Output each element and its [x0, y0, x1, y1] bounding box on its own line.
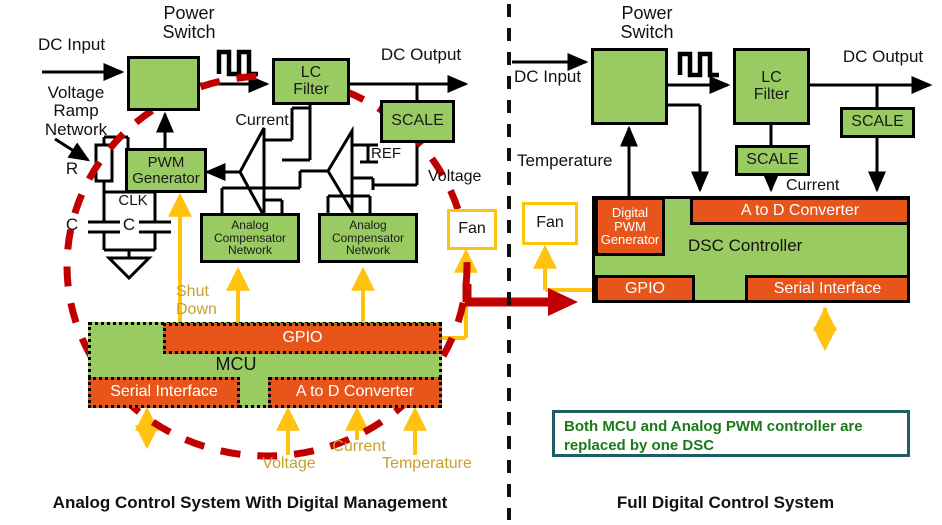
left-current-label: Current [235, 112, 289, 129]
left-mcu-label: MCU [215, 354, 257, 374]
right-scale-output-block: SCALE [840, 107, 915, 138]
right-current-label: Current [786, 177, 840, 194]
left-adc-block: A to D Converter [268, 377, 442, 408]
left-clk-label: CLK [118, 192, 148, 209]
dsc-replacement-note: Both MCU and Analog PWM controller are r… [552, 410, 910, 457]
pwm-waveform-icon-right [677, 51, 719, 78]
right-fan-block: Fan [522, 202, 578, 245]
left-serial-interface-block: Serial Interface [88, 377, 240, 408]
left-capacitor-2-label: C [122, 215, 136, 234]
diagram-canvas: DC Input Power Switch Voltage Ramp Netwo… [0, 0, 942, 525]
right-dc-input-label: DC Input [514, 67, 582, 86]
left-resistor-label: R [65, 159, 79, 178]
left-ref-label: REF [371, 145, 401, 162]
left-capacitor-1-label: C [65, 215, 79, 234]
right-power-switch-label: Power Switch [620, 3, 674, 43]
left-pwm-generator-block: PWM Generator [125, 148, 207, 193]
right-dsc-controller-label: DSC Controller [688, 236, 803, 255]
right-panel-caption: Full Digital Control System [616, 493, 835, 512]
right-lc-filter-block: LC Filter [733, 48, 810, 125]
right-power-switch-block [591, 48, 668, 125]
right-adc-block: A to D Converter [690, 197, 910, 225]
right-gpio-block: GPIO [595, 275, 695, 303]
left-power-switch-label: Power Switch [162, 3, 216, 43]
left-gpio-block: GPIO [163, 323, 442, 354]
left-voltage-signal-label: Voltage [262, 455, 316, 472]
left-scale-block: SCALE [380, 100, 455, 143]
left-panel-caption: Analog Control System With Digital Manag… [52, 493, 448, 512]
right-scale-current-block: SCALE [735, 145, 810, 176]
left-lc-filter-block: LC Filter [272, 58, 350, 105]
left-temperature-signal-label: Temperature [382, 455, 472, 472]
right-dc-output-label: DC Output [842, 47, 924, 66]
left-fan-block: Fan [447, 209, 497, 250]
left-analog-compensator-2-block: Analog Compensator Network [318, 213, 418, 263]
left-power-switch-block [127, 56, 200, 111]
right-temperature-label: Temperature [517, 151, 613, 170]
left-current-signal-label: Current [332, 438, 386, 455]
left-dc-output-label: DC Output [380, 45, 462, 64]
left-shutdown-signal-label: Shut Down [176, 283, 217, 318]
right-serial-interface-block: Serial Interface [745, 275, 910, 303]
left-analog-compensator-1-block: Analog Compensator Network [200, 213, 300, 263]
left-voltage-ramp-network-label: Voltage Ramp Network [44, 83, 108, 139]
right-digital-pwm-generator-block: Digital PWM Generator [595, 197, 665, 256]
left-voltage-sense-label: Voltage [428, 168, 482, 185]
left-dc-input-label: DC Input [38, 35, 106, 54]
pwm-waveform-icon-left [216, 49, 258, 77]
